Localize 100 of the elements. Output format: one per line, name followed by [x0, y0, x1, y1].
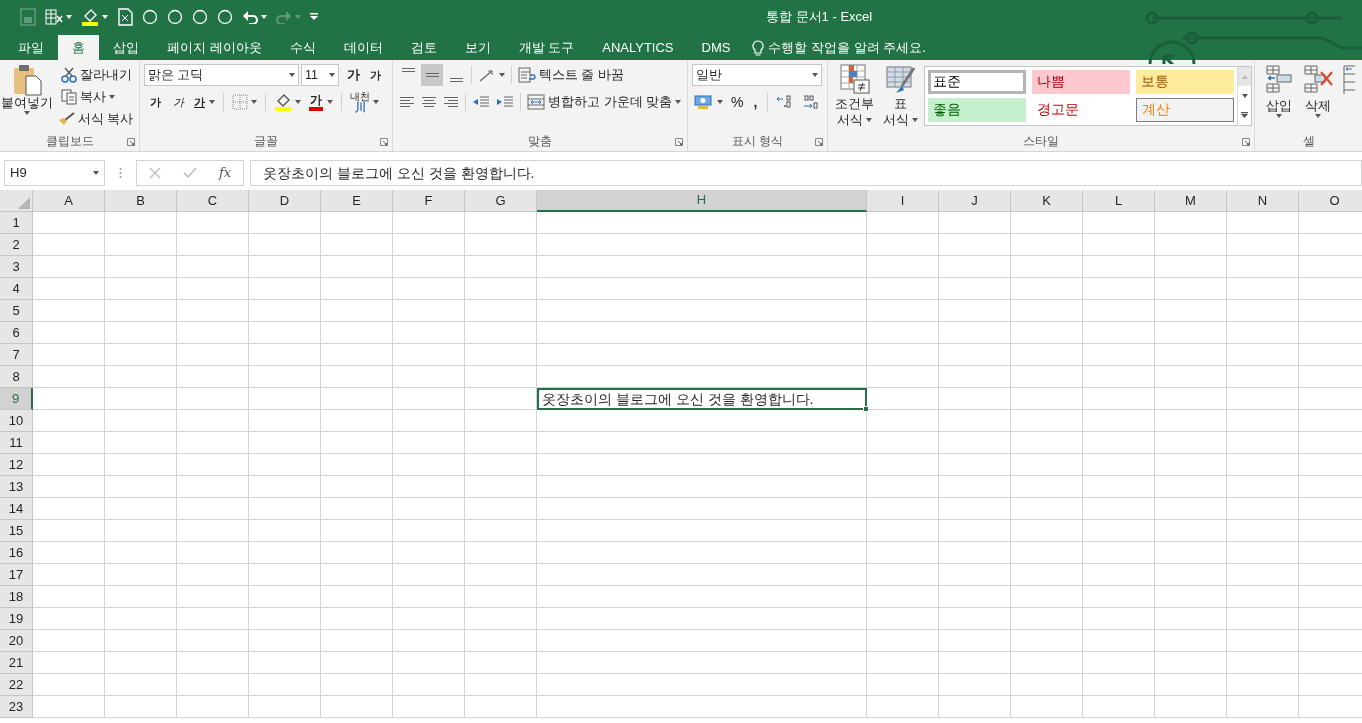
cut-button[interactable]: 잘라내기	[58, 64, 135, 86]
ribbon-tab[interactable]: 페이지 레이아웃	[153, 35, 276, 60]
insert-cells-button[interactable]: 삽입	[1265, 64, 1293, 131]
column-header[interactable]: K	[1011, 190, 1083, 212]
ribbon-tab[interactable]: 삽입	[99, 35, 153, 60]
format-as-table-button[interactable]: 표 서식	[880, 64, 921, 131]
row-header[interactable]: 21	[0, 652, 33, 674]
row-header[interactable]: 2	[0, 234, 33, 256]
merge-icon	[527, 94, 546, 110]
row-header[interactable]: 3	[0, 256, 33, 278]
wrap-text-button[interactable]: 텍스트 줄 바꿈	[516, 64, 626, 86]
toolbar-button[interactable]	[81, 7, 108, 26]
ribbon-tab[interactable]: 파일	[4, 35, 58, 60]
row-header[interactable]: 5	[0, 300, 33, 322]
column-header[interactable]: O	[1299, 190, 1362, 212]
column-header[interactable]: B	[105, 190, 177, 212]
ribbon-tab[interactable]: DMS	[687, 35, 745, 60]
circle-icon[interactable]	[217, 8, 233, 25]
row-header[interactable]: 22	[0, 674, 33, 696]
undo-button[interactable]	[242, 9, 267, 24]
ribbon-tab[interactable]: 검토	[396, 35, 451, 60]
underline-button[interactable]: 가	[192, 93, 217, 111]
comma-button[interactable]: ,	[749, 91, 762, 113]
font-size-dropdown[interactable]: 11	[301, 64, 339, 86]
tell-me-field[interactable]: 수행할 작업을 알려 주세요.	[746, 35, 932, 60]
ribbon-tab[interactable]: 개발 도구	[504, 35, 589, 60]
row-header[interactable]: 11	[0, 432, 33, 454]
name-box[interactable]: H9	[4, 160, 105, 186]
column-header[interactable]: C	[177, 190, 249, 212]
paste-button[interactable]: 붙여넣기	[0, 64, 55, 131]
column-header[interactable]: I	[867, 190, 939, 212]
row-header[interactable]: 6	[0, 322, 33, 344]
column-header[interactable]: H	[537, 190, 867, 212]
insert-function-button[interactable]: fx	[219, 163, 232, 183]
format-painter-button[interactable]: 서식 복사	[54, 108, 135, 130]
dialog-launcher-icon[interactable]	[675, 138, 683, 146]
row-header[interactable]: 7	[0, 344, 33, 366]
copy-button[interactable]: 복사	[58, 86, 135, 108]
circle-icon[interactable]	[142, 8, 158, 25]
row-header[interactable]: 1	[0, 212, 33, 234]
bold-button[interactable]: 가	[146, 93, 165, 111]
active-cell[interactable]: 옷장초이의 블로그에 오신 것을 환영합니다.	[537, 388, 867, 410]
column-header[interactable]: J	[939, 190, 1011, 212]
circle-icon[interactable]	[167, 8, 183, 25]
column-header[interactable]: F	[393, 190, 465, 212]
ribbon-tab[interactable]: 홈	[58, 35, 99, 60]
cell-style-option[interactable]: 보통	[1136, 70, 1234, 94]
ribbon-tab[interactable]: 보기	[450, 35, 505, 60]
conditional-formatting-button[interactable]: 조건부 서식	[832, 64, 877, 131]
row-header[interactable]: 8	[0, 366, 33, 388]
cell-style-option[interactable]: 나쁨	[1032, 70, 1130, 94]
font-name-dropdown[interactable]: 맑은 고딕	[144, 64, 299, 86]
row-header[interactable]: 15	[0, 520, 33, 542]
ribbon-tab[interactable]: 수식	[275, 35, 330, 60]
dialog-launcher-icon[interactable]	[127, 138, 135, 146]
font-color-button[interactable]: 가	[307, 93, 335, 111]
toolbar-button[interactable]	[45, 8, 72, 25]
dialog-launcher-icon[interactable]	[380, 138, 388, 146]
column-header[interactable]: A	[33, 190, 105, 212]
row-header[interactable]: 18	[0, 586, 33, 608]
dialog-launcher-icon[interactable]	[1242, 138, 1250, 146]
column-header[interactable]: E	[321, 190, 393, 212]
number-format-dropdown[interactable]: 일반	[692, 64, 822, 86]
row-header[interactable]: 9	[0, 388, 33, 410]
row-header[interactable]: 23	[0, 696, 33, 718]
column-header[interactable]: D	[249, 190, 321, 212]
column-header[interactable]: L	[1083, 190, 1155, 212]
check-icon[interactable]	[183, 167, 197, 179]
phonetic-guide-button[interactable]: 내천 川	[348, 91, 381, 113]
percent-button[interactable]: %	[729, 91, 746, 113]
row-header[interactable]: 16	[0, 542, 33, 564]
row-header[interactable]: 4	[0, 278, 33, 300]
italic-button[interactable]: 가	[169, 93, 188, 111]
formula-input[interactable]: 옷장초이의 블로그에 오신 것을 환영합니다.	[250, 160, 1362, 186]
row-header[interactable]: 13	[0, 476, 33, 498]
ribbon-tab[interactable]: 데이터	[329, 35, 397, 60]
format-cells-icon[interactable]	[1343, 64, 1355, 94]
customize-icon[interactable]	[310, 13, 318, 20]
redo-icon	[276, 9, 292, 24]
row-header[interactable]: 14	[0, 498, 33, 520]
fill-handle[interactable]	[863, 406, 869, 412]
column-header[interactable]: M	[1155, 190, 1227, 212]
row-header[interactable]: 20	[0, 630, 33, 652]
copy-icon	[60, 89, 77, 105]
row-header[interactable]: 10	[0, 410, 33, 432]
row-header[interactable]: 19	[0, 608, 33, 630]
grow-font-button[interactable]: 가	[343, 65, 364, 85]
cell-style-option[interactable]: 좋음	[928, 98, 1026, 122]
dialog-launcher-icon[interactable]	[815, 138, 823, 146]
ribbon-tab[interactable]: ANALYTICS	[588, 35, 688, 60]
document-icon[interactable]	[117, 7, 133, 26]
shrink-font-button[interactable]: 가	[366, 66, 385, 84]
column-header[interactable]: N	[1227, 190, 1299, 212]
cell-style-option[interactable]: 표준	[928, 70, 1026, 94]
delete-cells-button[interactable]: 삭제	[1303, 64, 1333, 131]
align-middle-button[interactable]	[421, 64, 443, 86]
row-header[interactable]: 12	[0, 454, 33, 476]
merge-center-button[interactable]: 병합하고 가운데 맞춤	[525, 91, 683, 113]
row-header[interactable]: 17	[0, 564, 33, 586]
circle-icon[interactable]	[192, 8, 208, 25]
